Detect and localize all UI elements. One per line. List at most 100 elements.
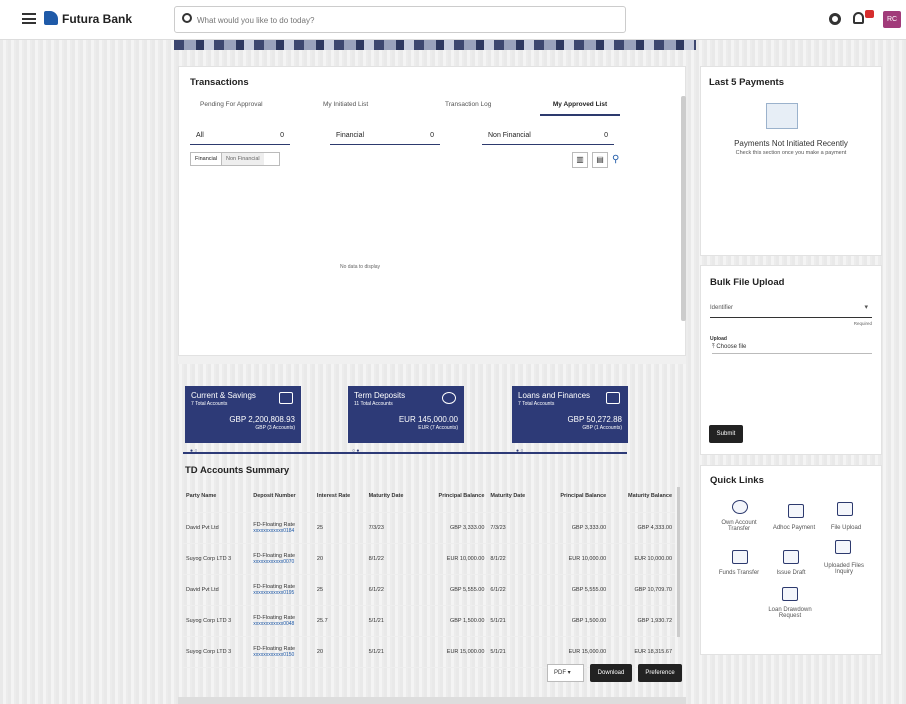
table-cell: 6/1/22 <box>365 574 420 606</box>
loan-drawdown-icon <box>782 587 798 601</box>
segment-financial[interactable]: Financial 0 <box>330 127 440 145</box>
col-maturity-balance[interactable]: Maturity Balance <box>609 480 675 513</box>
top-bar: Futura Bank RC <box>0 0 906 40</box>
notification-badge <box>865 10 874 18</box>
table-cell: 8/1/22 <box>365 543 420 575</box>
table-scrollbar[interactable] <box>677 487 680 637</box>
empty-state-illustration <box>766 103 798 129</box>
col-principal-2[interactable]: Principal Balance <box>541 480 610 513</box>
search-input[interactable] <box>197 11 617 29</box>
card-detail: EUR (7 Accounts) <box>418 425 458 431</box>
card-amount: GBP 2,200,808.93 <box>229 415 295 424</box>
quick-link-loan[interactable]: Loan Drawdown Request <box>765 607 815 619</box>
segment-count: 0 <box>280 132 284 139</box>
table-cell: GBP 1,500.00 <box>541 605 610 637</box>
filter-toggle: Financial Non Financial <box>190 152 280 166</box>
col-rate[interactable]: Interest Rate <box>313 480 366 513</box>
table-cell: 7/3/23 <box>487 512 542 544</box>
empty-message: No data to display <box>340 264 381 270</box>
table-cell: GBP 3,333.00 <box>419 512 488 544</box>
col-deposit[interactable]: Deposit Number <box>250 480 314 513</box>
card-title: Current & Savings <box>191 391 256 400</box>
footer-bar <box>178 697 686 704</box>
payments-heading: Payments Not Initiated Recently <box>734 139 848 148</box>
card-sub: 7 Total Accounts <box>191 401 228 407</box>
table-cell: GBP 4,333.00 <box>609 512 675 544</box>
chevron-down-icon: ▾ <box>864 304 868 311</box>
format-select[interactable]: PDF ▾ <box>547 664 584 682</box>
current-savings-card[interactable]: Current & Savings 7 Total Accounts GBP 2,2… <box>185 386 301 443</box>
preference-button[interactable]: Preference <box>638 664 682 682</box>
choose-file[interactable]: ⤒ Choose file <box>712 344 872 354</box>
submit-button[interactable]: Submit <box>709 425 743 443</box>
funds-transfer-icon <box>732 550 748 564</box>
filter-financial[interactable]: Financial <box>191 153 223 165</box>
col-maturity-date-2[interactable]: Maturity Date <box>487 480 542 513</box>
card-amount: EUR 145,000.00 <box>398 415 458 424</box>
card-sub: 7 Total Accounts <box>518 401 555 407</box>
segment-label: Non Financial <box>488 132 531 139</box>
segment-all[interactable]: All 0 <box>190 127 290 145</box>
table-cell: FD-Floating Rate xxxxxxxxxxxx0150 <box>250 636 314 668</box>
search-bar[interactable] <box>174 6 626 33</box>
deposit-number-link[interactable]: xxxxxxxxxxxx0048 <box>253 621 311 627</box>
payments-sub: Check this section once you make a payme… <box>735 150 847 156</box>
transactions-title: Transactions <box>190 77 249 88</box>
tab-log[interactable]: Transaction Log <box>445 101 491 108</box>
deposit-number-link[interactable]: xxxxxxxxxxxx0184 <box>253 528 311 534</box>
search-icon[interactable]: ⚲ <box>612 154 619 165</box>
divider <box>178 356 686 364</box>
quick-link-draft[interactable]: Issue Draft <box>766 570 816 576</box>
table-cell: EUR 18,315.67 <box>609 636 675 668</box>
quick-link-adhoc[interactable]: Adhoc Payment <box>766 525 822 531</box>
menu-icon[interactable] <box>22 13 36 24</box>
quick-link-file-upload[interactable]: File Upload <box>821 525 871 531</box>
card-detail: GBP (3 Accounts) <box>255 425 295 431</box>
list-view-icon[interactable]: ▤ <box>592 152 608 168</box>
search-icon <box>182 13 192 23</box>
tab-initiated[interactable]: My Initiated List <box>323 101 368 108</box>
table-cell: 5/1/21 <box>487 605 542 637</box>
required-text: Required <box>853 321 872 326</box>
table-row[interactable]: David Pvt Ltd FD-Floating Rate xxxxxxxxxxx… <box>183 512 675 544</box>
identifier-select[interactable]: Identifier ▾ <box>710 298 872 318</box>
deposit-type: FD-Floating Rate <box>253 614 296 621</box>
tab-approved[interactable]: My Approved List <box>540 101 620 116</box>
banner-stripe <box>174 40 696 50</box>
table-cell: David Pvt Ltd <box>183 512 251 544</box>
term-deposits-card[interactable]: Term Deposits 11 Total Accounts EUR 145,00… <box>348 386 464 443</box>
transactions-scrollbar[interactable] <box>681 96 686 321</box>
col-principal[interactable]: Principal Balance <box>419 480 488 513</box>
col-party[interactable]: Party Name <box>183 480 251 513</box>
table-cell: EUR 10,000.00 <box>419 543 488 575</box>
table-cell: GBP 3,333.00 <box>541 512 610 544</box>
table-row[interactable]: David Pvt Ltd FD-Floating Rate xxxxxxxxxxx… <box>183 574 675 606</box>
table-row[interactable]: Suyog Corp LTD 3 FD-Floating Rate xxxxxxxx… <box>183 605 675 637</box>
chart-view-icon[interactable]: ▥ <box>572 152 588 168</box>
segment-count: 0 <box>430 132 434 139</box>
segment-non-financial[interactable]: Non Financial 0 <box>482 127 614 145</box>
table-cell: FD-Floating Rate xxxxxxxxxxxx0195 <box>250 574 314 606</box>
tab-pending[interactable]: Pending For Approval <box>200 101 263 108</box>
notification-icon[interactable] <box>853 12 864 24</box>
table-cell: GBP 5,555.00 <box>419 574 488 606</box>
table-cell: 25.7 <box>313 605 366 637</box>
upload-label: Upload <box>710 336 727 342</box>
deposit-number-link[interactable]: xxxxxxxxxxxx0070 <box>253 559 311 565</box>
download-button[interactable]: Download <box>590 664 632 682</box>
avatar[interactable]: RC <box>883 11 901 28</box>
table-cell: Suyog Corp LTD 3 <box>183 636 251 668</box>
filter-non-financial[interactable]: Non Financial <box>222 153 264 165</box>
table-row[interactable]: Suyog Corp LTD 3 FD-Floating Rate xxxxxxxx… <box>183 543 675 575</box>
loans-card[interactable]: Loans and Finances 7 Total Accounts GBP 50… <box>512 386 628 443</box>
col-maturity-date[interactable]: Maturity Date <box>365 480 420 513</box>
quick-link-uploaded[interactable]: Uploaded Files Inquiry <box>819 563 869 575</box>
deposit-number-link[interactable]: xxxxxxxxxxxx0150 <box>253 652 311 658</box>
table-row[interactable]: Suyog Corp LTD 3 FD-Floating Rate xxxxxxxx… <box>183 636 675 668</box>
card-amount: GBP 50,272.88 <box>567 415 622 424</box>
settings-icon[interactable] <box>829 13 841 25</box>
deposit-number-link[interactable]: xxxxxxxxxxxx0195 <box>253 590 311 596</box>
quick-link-funds[interactable]: Funds Transfer <box>714 570 764 576</box>
quick-link-own-transfer[interactable]: Own Account Transfer <box>714 520 764 532</box>
card-title: Term Deposits <box>354 391 406 400</box>
